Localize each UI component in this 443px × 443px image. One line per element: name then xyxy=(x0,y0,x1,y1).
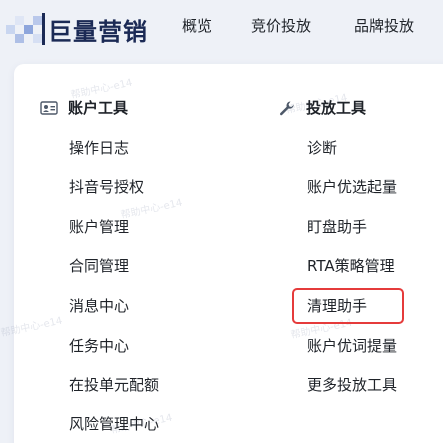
delivery-tools-title: 投放工具 xyxy=(306,99,367,117)
menu-item-rta-strategy-management[interactable]: RTA策略管理 xyxy=(307,256,395,276)
top-navigation-bar: 巨量营销 概览 竞价投放 品牌投放 xyxy=(0,0,443,56)
menu-item-diagnosis[interactable]: 诊断 xyxy=(307,138,337,158)
menu-item-operation-log[interactable]: 操作日志 xyxy=(69,138,129,158)
highlight-box xyxy=(292,288,404,324)
menu-item-account-keyword-boost[interactable]: 账户优词提量 xyxy=(307,336,397,356)
account-card-icon xyxy=(40,100,58,116)
menu-item-message-center[interactable]: 消息中心 xyxy=(69,296,129,316)
nav-bidding-delivery[interactable]: 竞价投放 xyxy=(251,15,311,36)
menu-item-douyin-authorization[interactable]: 抖音号授权 xyxy=(69,177,144,197)
brand-name: 巨量营销 xyxy=(48,17,148,46)
menu-item-monitoring-assistant[interactable]: 盯盘助手 xyxy=(307,217,367,237)
account-tools-header: 账户工具 xyxy=(40,97,128,118)
brand-logo-mark-icon xyxy=(6,11,46,47)
menu-item-account-preferred-boost[interactable]: 账户优选起量 xyxy=(307,177,397,197)
menu-item-task-center[interactable]: 任务中心 xyxy=(69,336,129,356)
menu-item-account-management[interactable]: 账户管理 xyxy=(69,217,129,237)
menu-item-risk-management-center[interactable]: 风险管理中心 xyxy=(69,414,159,434)
menu-item-contract-management[interactable]: 合同管理 xyxy=(69,256,129,276)
brand-logo[interactable]: 巨量营销 xyxy=(6,10,176,48)
nav-overview[interactable]: 概览 xyxy=(182,15,212,36)
account-tools-title: 账户工具 xyxy=(68,99,129,117)
nav-brand-delivery[interactable]: 品牌投放 xyxy=(354,15,414,36)
wrench-icon xyxy=(278,100,296,116)
delivery-tools-header: 投放工具 xyxy=(278,97,366,118)
menu-item-more-delivery-tools[interactable]: 更多投放工具 xyxy=(307,375,397,395)
menu-item-active-unit-quota[interactable]: 在投单元配额 xyxy=(69,375,159,395)
